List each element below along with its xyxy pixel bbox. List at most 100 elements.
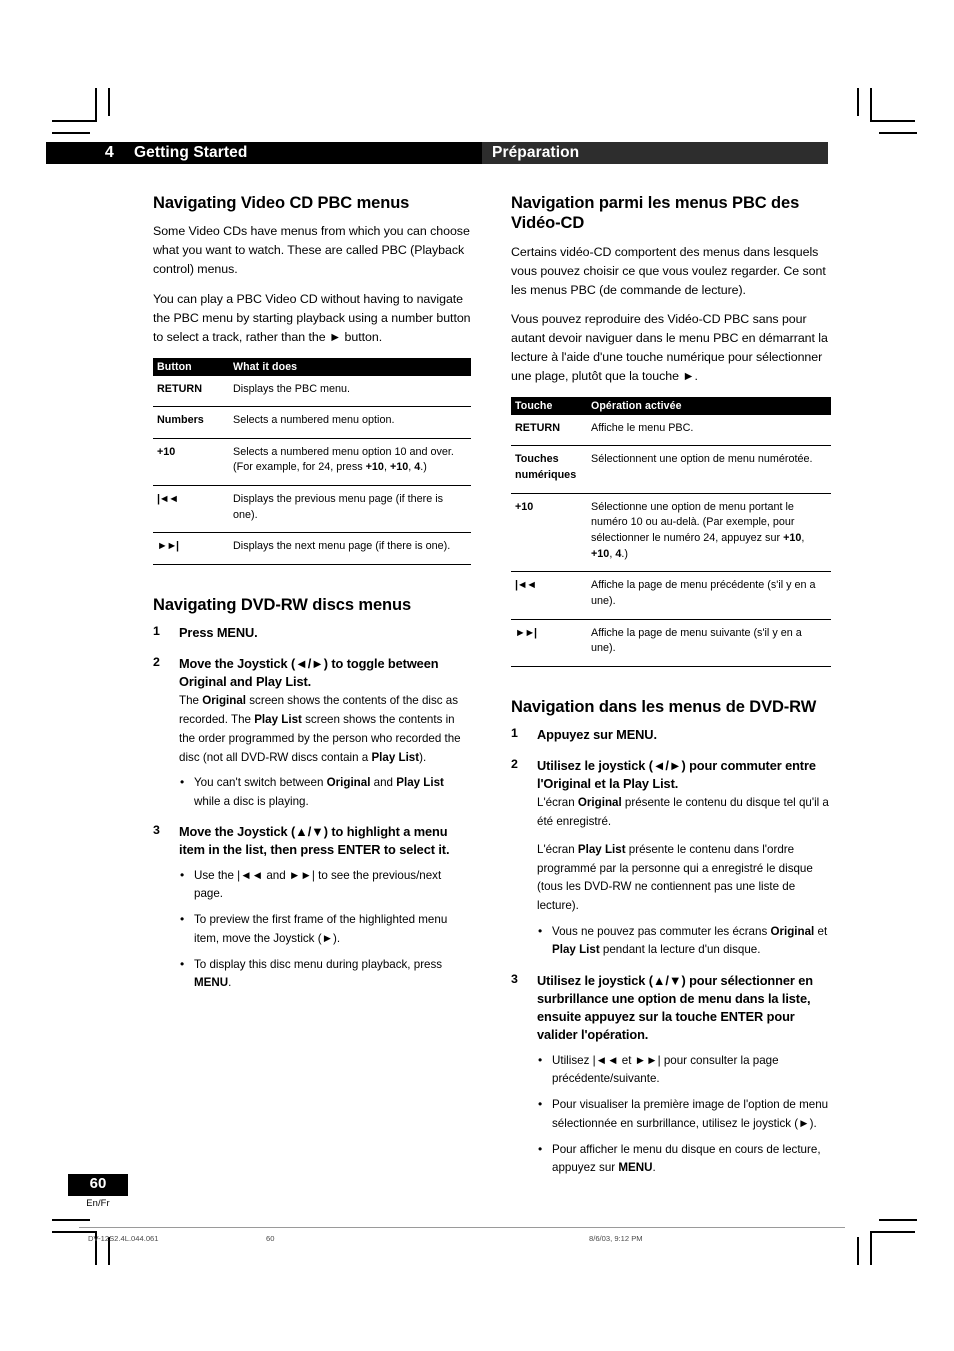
table-row: Touches numériques Sélectionnent une opti… xyxy=(511,445,831,494)
table-cell-description: Sélectionnent une option de menu numérot… xyxy=(587,445,831,494)
table-row: |◄◄ Affiche la page de menu précédente (s… xyxy=(511,571,831,620)
bullet-item: • Pour visualiser la première image de l'… xyxy=(537,1096,831,1133)
page-number-block: 60 En/Fr xyxy=(68,1174,128,1208)
table-row: Numbers Selects a numbered menu option. xyxy=(153,406,471,439)
step-number: 2 xyxy=(511,756,518,771)
table-cell-button: +10 xyxy=(153,438,229,487)
step-heading: Move the Joystick (▲/▼) to highlight a m… xyxy=(179,824,450,858)
bullet-dot-icon: • xyxy=(180,912,185,927)
header-title-french: Préparation xyxy=(482,142,828,164)
step-heading: Utilisez le joystick (▲/▼) pour sélectio… xyxy=(537,972,813,1043)
table-cell-description: Sélectionne une option de menu portant l… xyxy=(587,493,831,573)
table-row: RETURN Affiche le menu PBC. xyxy=(511,414,831,447)
french-column: Navigation parmi les menus PBC des Vidéo… xyxy=(511,193,831,1190)
bullet-dot-icon: • xyxy=(180,775,185,790)
print-job-id: DV-12S2.4L.044.061 xyxy=(88,1234,159,1243)
table-cell-button: RETURN xyxy=(153,375,229,408)
table-cell-description: Displays the PBC menu. xyxy=(229,375,471,408)
table-cell-button: ►►| xyxy=(153,532,229,565)
step-bullet-list: • Utilisez |◄◄ et ►►| pour consulter la p… xyxy=(537,1052,831,1178)
page-number: 60 xyxy=(68,1174,128,1196)
bullet-item: • Use the |◄◄ and ►►| to see the previous… xyxy=(179,867,471,904)
table-cell-description: Selects a numbered menu option 10 and ov… xyxy=(229,438,471,487)
table-row: +10 Selects a numbered menu option 10 and… xyxy=(153,438,471,487)
step-number: 1 xyxy=(511,726,518,741)
crop-mark-top-left xyxy=(52,88,112,134)
paragraph-fr-2: Vous pouvez reproduire des Vidéo-CD PBC … xyxy=(511,312,828,383)
step-heading: Press MENU. xyxy=(179,625,258,641)
button-function-table-french: Touche Opération activée RETURN Affiche l… xyxy=(511,396,831,667)
step-heading: Utilisez le joystick (◄/►) pour commuter… xyxy=(537,757,816,791)
step-number: 3 xyxy=(511,971,518,986)
table-cell-description: Affiche la page de menu suivante (s'il y… xyxy=(587,619,831,667)
heading-navigation-menus-pbc-video-cd: Navigation parmi les menus PBC des Vidéo… xyxy=(511,194,800,233)
step-bullet-list: • Use the |◄◄ and ►►| to see the previous… xyxy=(179,867,471,993)
running-header: 4 Getting Started Préparation xyxy=(46,142,828,164)
step-description: L'écran Original présente le contenu du … xyxy=(537,796,829,828)
bullet-text: Utilisez |◄◄ et ►►| pour consulter la pa… xyxy=(552,1053,779,1086)
table-cell-button: RETURN xyxy=(511,414,587,447)
table-cell-description: Affiche le menu PBC. xyxy=(587,414,831,447)
paragraph-en-1: Some Video CDs have menus from which you… xyxy=(153,224,470,277)
bullet-text: Pour visualiser la première image de l'o… xyxy=(552,1098,829,1130)
step-bullet-list: • Vous ne pouvez pas commuter les écrans … xyxy=(537,923,831,960)
table-header-row: Button What it does xyxy=(153,357,471,376)
step-list-english: 1 Press MENU. 2 Move the Joystick (◄/►) to … xyxy=(153,624,471,992)
english-column: Navigating Video CD PBC menus Some Video… xyxy=(153,193,471,1005)
step-description: The Original screen shows the contents o… xyxy=(179,694,461,764)
step-item: 1 Appuyez sur MENU. xyxy=(511,726,831,744)
table-cell-description: Affiche la page de menu précédente (s'il… xyxy=(587,571,831,620)
table-row: ►►| Displays the next menu page (if there… xyxy=(153,532,471,565)
button-function-table-english: Button What it does RETURN Displays the P… xyxy=(153,357,471,565)
step-description: L'écran Play List présente le contenu da… xyxy=(537,842,813,913)
paragraph-fr-1: Certains vidéo-CD comportent des menus d… xyxy=(511,244,826,297)
print-footer: DV-12S2.4L.044.061 60 8/6/03, 9:12 PM xyxy=(0,1234,954,1248)
paragraph-en-2: You can play a PBC Video CD without havi… xyxy=(153,291,471,344)
step-bullet-list: • You can't switch between Original and P… xyxy=(179,774,471,811)
step-number: 2 xyxy=(153,654,160,669)
step-heading: Move the Joystick (◄/►) to toggle betwee… xyxy=(179,655,439,690)
column-header-what-it-does: What it does xyxy=(229,357,471,376)
table-cell-button: ►►| xyxy=(511,619,587,667)
step-number: 3 xyxy=(153,823,160,838)
table-row: +10 Sélectionne une option de menu portan… xyxy=(511,493,831,573)
step-number: 1 xyxy=(153,624,160,639)
bullet-dot-icon: • xyxy=(538,923,543,938)
step-item: 3 Move the Joystick (▲/▼) to highlight a … xyxy=(153,823,471,992)
header-title-english: Getting Started xyxy=(124,142,482,164)
bullet-item: • Utilisez |◄◄ et ►►| pour consulter la p… xyxy=(537,1052,831,1089)
table-cell-button: Touches numériques xyxy=(511,445,587,494)
table-row: |◄◄ Displays the previous menu page (if t… xyxy=(153,485,471,534)
bullet-text: You can't switch between Original and Pl… xyxy=(194,776,444,808)
table-header-row: Touche Opération activée xyxy=(511,396,831,415)
bullet-text: To preview the first frame of the highli… xyxy=(194,913,448,945)
bullet-text: Vous ne pouvez pas commuter les écrans O… xyxy=(552,924,828,957)
table-cell-button: Numbers xyxy=(153,406,229,439)
page-language-code: En/Fr xyxy=(86,1196,110,1208)
chapter-number: 4 xyxy=(46,142,124,164)
bullet-item: • Pour afficher le menu du disque en cour… xyxy=(537,1141,831,1178)
heading-navigating-video-cd-pbc-menus: Navigating Video CD PBC menus xyxy=(153,194,410,212)
table-cell-button: |◄◄ xyxy=(153,485,229,534)
step-item: 2 Move the Joystick (◄/►) to toggle betwe… xyxy=(153,655,471,811)
print-page-number: 60 xyxy=(266,1234,275,1243)
column-header-button: Button xyxy=(153,357,229,376)
step-item: 2 Utilisez le joystick (◄/►) pour commute… xyxy=(511,757,831,960)
heading-navigation-menus-dvd-rw: Navigation dans les menus de DVD-RW xyxy=(511,697,817,716)
bullet-dot-icon: • xyxy=(180,867,185,882)
print-timestamp: 8/6/03, 9:12 PM xyxy=(589,1234,643,1243)
step-list-french: 1 Appuyez sur MENU. 2 Utilisez le joystick … xyxy=(511,726,831,1177)
footer-divider xyxy=(79,1227,845,1228)
bullet-dot-icon: • xyxy=(538,1052,543,1067)
bullet-text: Use the |◄◄ and ►►| to see the previous/… xyxy=(194,868,442,900)
table-cell-button: |◄◄ xyxy=(511,571,587,620)
bullet-dot-icon: • xyxy=(538,1097,543,1112)
table-row: ►►| Affiche la page de menu suivante (s'i… xyxy=(511,619,831,667)
step-item: 1 Press MENU. xyxy=(153,624,471,642)
table-cell-description: Displays the next menu page (if there is… xyxy=(229,532,471,565)
step-item: 3 Utilisez le joystick (▲/▼) pour sélecti… xyxy=(511,972,831,1178)
table-row: RETURN Displays the PBC menu. xyxy=(153,375,471,408)
bullet-item: • To display this disc menu during playba… xyxy=(179,956,471,993)
bullet-dot-icon: • xyxy=(538,1141,543,1156)
column-header-touche: Touche xyxy=(511,396,587,415)
